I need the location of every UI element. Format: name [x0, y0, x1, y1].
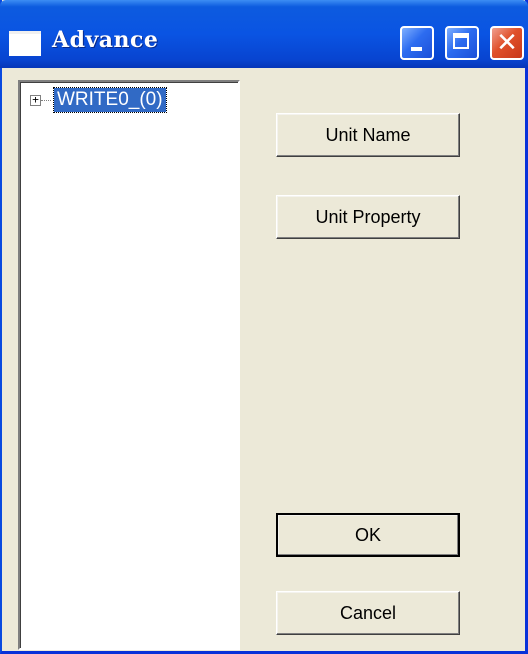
unit-property-button[interactable]: Unit Property	[276, 195, 460, 239]
tree-connector-line	[41, 100, 51, 101]
close-icon: ✕	[496, 28, 518, 58]
ok-button[interactable]: OK	[276, 513, 460, 557]
window-title: Advance	[52, 27, 159, 53]
maximize-button[interactable]	[445, 26, 479, 60]
minimize-icon	[411, 47, 422, 51]
plus-expander-icon[interactable]: +	[30, 94, 41, 106]
advance-dialog: Advance ✕ + WRITE0_(0) Unit Name Unit Pr…	[0, 0, 528, 654]
tree-node-label[interactable]: WRITE0_(0)	[53, 87, 167, 113]
maximize-icon	[453, 33, 469, 49]
title-bar[interactable]: Advance ✕	[0, 0, 528, 68]
close-button[interactable]: ✕	[490, 26, 524, 60]
minimize-button[interactable]	[400, 26, 434, 60]
unit-name-button[interactable]: Unit Name	[276, 113, 460, 157]
cancel-button[interactable]: Cancel	[276, 591, 460, 635]
window-icon	[9, 31, 41, 56]
unit-tree-view[interactable]: + WRITE0_(0)	[18, 80, 240, 650]
